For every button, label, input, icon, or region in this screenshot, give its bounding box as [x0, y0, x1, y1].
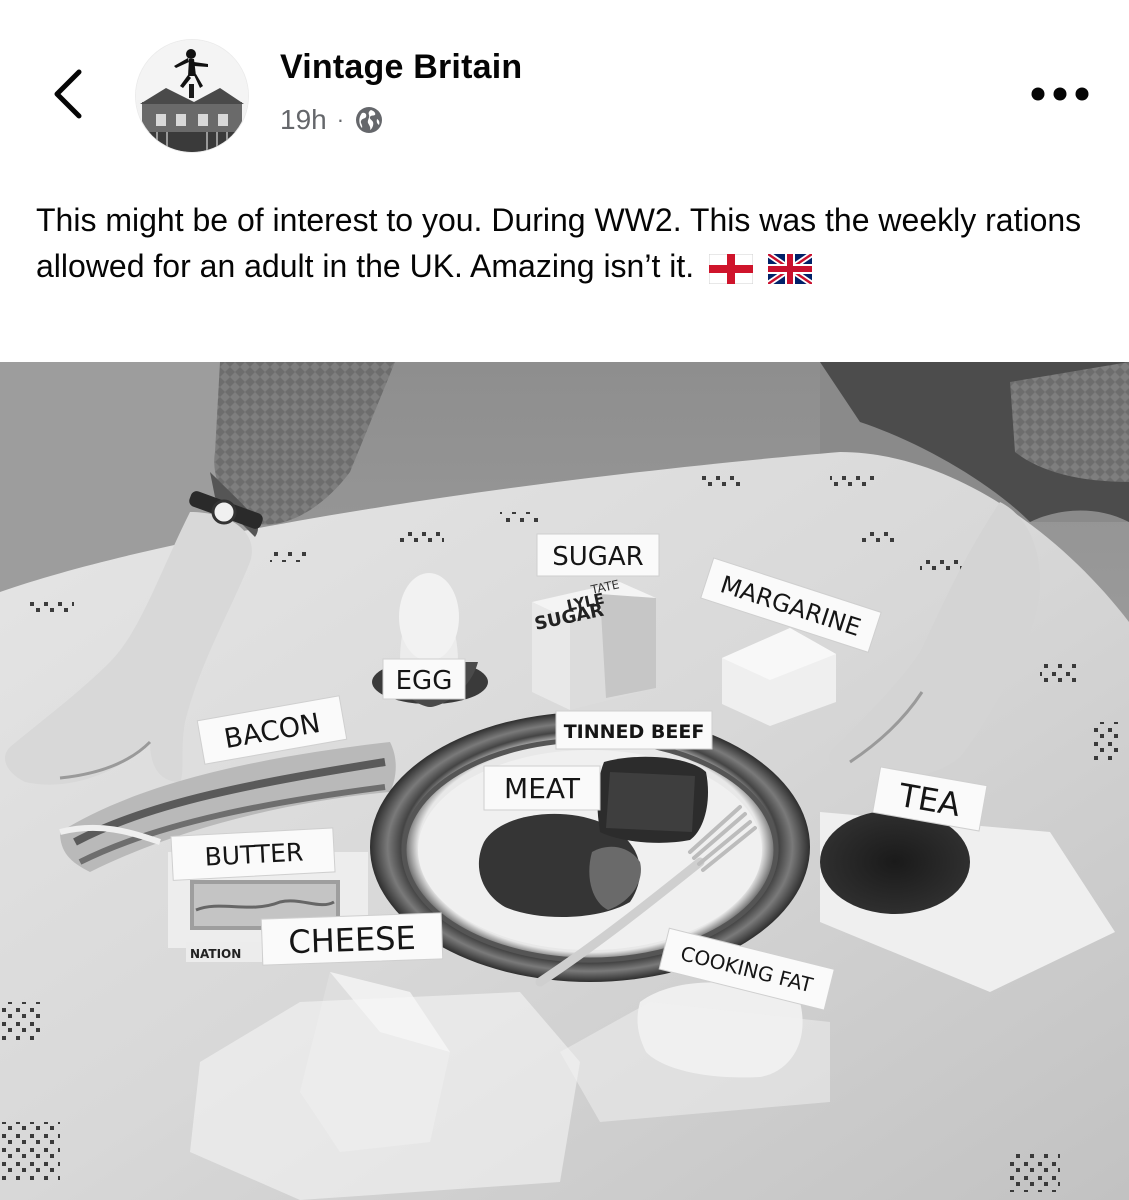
chevron-left-icon: [54, 69, 82, 119]
label-egg-text: EGG: [396, 666, 453, 696]
uk-flag-icon: [767, 253, 812, 284]
label-meat: MEAT: [483, 765, 601, 811]
butter-wrapper-print: NATION: [186, 942, 262, 962]
post-meta: 19h ·: [280, 104, 384, 136]
page-name[interactable]: Vintage Britain: [280, 48, 522, 87]
label-tinned-beef: TINNED BEEF: [555, 710, 713, 750]
england-flag-icon: [709, 253, 754, 284]
post-photo[interactable]: SUGAR TATE LYLE SUGAR MARGARINE EGG BACO…: [0, 362, 1129, 1200]
caption-text: This might be of interest to you. During…: [36, 202, 1082, 284]
page-profile-picture: [136, 40, 248, 152]
post-caption: This might be of interest to you. During…: [36, 197, 1096, 289]
more-options-icon: [1031, 87, 1089, 101]
globe-icon: [356, 107, 383, 133]
post-header: Vintage Britain 19h ·: [0, 0, 1129, 175]
avatar[interactable]: [136, 40, 248, 152]
label-meat-text: MEAT: [504, 772, 581, 805]
label-butter: BUTTER: [170, 827, 336, 881]
label-sugar: SUGAR: [536, 533, 660, 577]
label-egg: EGG: [382, 658, 466, 700]
label-cheese: CHEESE: [260, 912, 444, 966]
butter-wrapper-text: NATION: [190, 947, 241, 961]
post-time[interactable]: 19h: [280, 104, 327, 136]
more-options-button[interactable]: [1022, 74, 1098, 114]
meta-separator: ·: [336, 107, 345, 132]
label-sugar-text: SUGAR: [552, 542, 644, 572]
label-cheese-text: CHEESE: [288, 919, 417, 961]
back-button[interactable]: [40, 58, 96, 130]
label-tinned-beef-text: TINNED BEEF: [564, 721, 705, 743]
label-butter-text: BUTTER: [204, 838, 304, 872]
